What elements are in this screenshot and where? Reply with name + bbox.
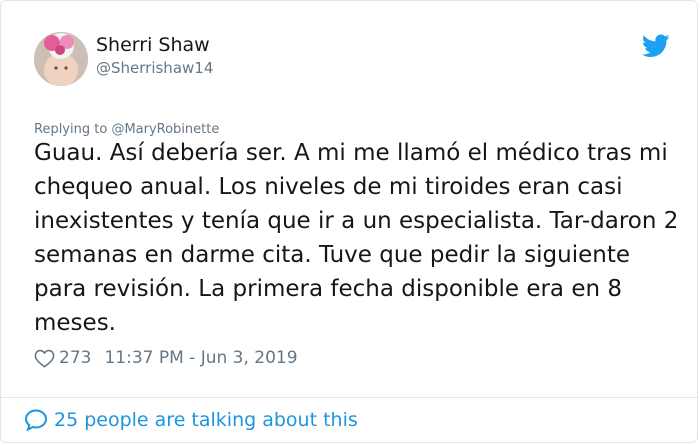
heart-icon[interactable] bbox=[34, 349, 55, 368]
author-name[interactable]: Sherri Shaw bbox=[96, 34, 210, 56]
avatar[interactable] bbox=[34, 32, 88, 86]
tweet-text: Guau. Así debería ser. A mi me llamó el … bbox=[34, 140, 679, 336]
avatar-image bbox=[34, 32, 88, 86]
tweet-meta: 273 11:37 PM - Jun 3, 2019 bbox=[34, 347, 298, 369]
author-handle[interactable]: @Sherrishaw14 bbox=[96, 59, 213, 77]
divider bbox=[1, 397, 699, 398]
conversation-link[interactable]: 25 people are talking about this bbox=[24, 408, 358, 432]
reply-prefix: Replying to bbox=[34, 122, 108, 137]
tweet-card: Sherri Shaw @Sherrishaw14 Replying to @M… bbox=[0, 0, 699, 443]
speech-bubble-icon bbox=[24, 409, 48, 432]
tweet-timestamp[interactable]: 11:37 PM - Jun 3, 2019 bbox=[104, 348, 297, 368]
conversation-count[interactable]: 25 people are talking about this bbox=[54, 409, 358, 431]
reply-context: Replying to @MaryRobinette bbox=[34, 122, 219, 137]
reply-to-link[interactable]: @MaryRobinette bbox=[111, 122, 219, 137]
twitter-bird-icon[interactable] bbox=[642, 34, 670, 58]
like-count[interactable]: 273 bbox=[59, 348, 91, 368]
